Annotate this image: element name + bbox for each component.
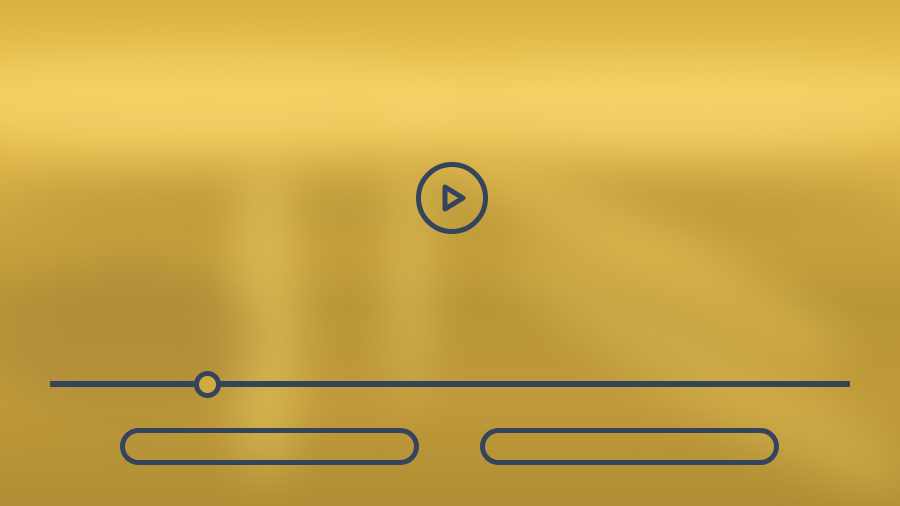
video-player	[0, 0, 900, 506]
progress-track[interactable]	[50, 381, 850, 387]
left-control-button[interactable]	[120, 428, 419, 465]
play-button[interactable]	[416, 162, 488, 234]
right-control-button[interactable]	[480, 428, 779, 465]
play-icon	[442, 184, 466, 212]
progress-fill	[50, 381, 208, 387]
progress-thumb[interactable]	[194, 371, 222, 398]
